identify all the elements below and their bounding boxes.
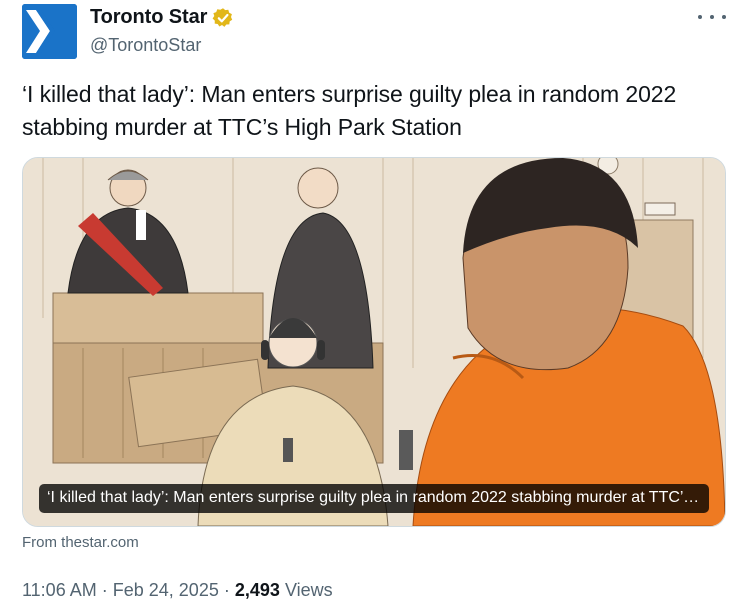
handle[interactable]: @TorontoStar <box>90 35 234 56</box>
display-name[interactable]: Toronto Star <box>90 6 207 29</box>
tweet-time[interactable]: 11:06 AM <box>22 580 97 600</box>
link-card[interactable]: ‘I killed that lady’: Man enters surpris… <box>22 157 726 527</box>
author-block: Toronto Star @TorontoStar <box>90 6 234 56</box>
courtroom-sketch-image <box>23 158 725 526</box>
tweet: Toronto Star @TorontoStar ‘I killed that… <box>0 0 748 606</box>
tweet-text: ‘I killed that lady’: Man enters surpris… <box>22 81 677 140</box>
meta-separator: · <box>223 580 230 600</box>
toronto-star-logo-icon <box>22 4 77 59</box>
gold-verified-icon[interactable] <box>212 7 234 29</box>
more-options-icon[interactable] <box>698 8 726 26</box>
tweet-meta: 11:06 AM · Feb 24, 2025 · 2,493 Views <box>22 580 333 601</box>
meta-separator: · <box>101 580 108 600</box>
card-title[interactable]: ‘I killed that lady’: Man enters surpris… <box>39 484 709 513</box>
card-source[interactable]: From thestar.com <box>22 534 139 551</box>
tweet-date[interactable]: Feb 24, 2025 <box>113 580 219 600</box>
avatar[interactable] <box>22 4 77 59</box>
views-label: Views <box>284 580 333 600</box>
views-count: 2,493 <box>234 580 280 600</box>
